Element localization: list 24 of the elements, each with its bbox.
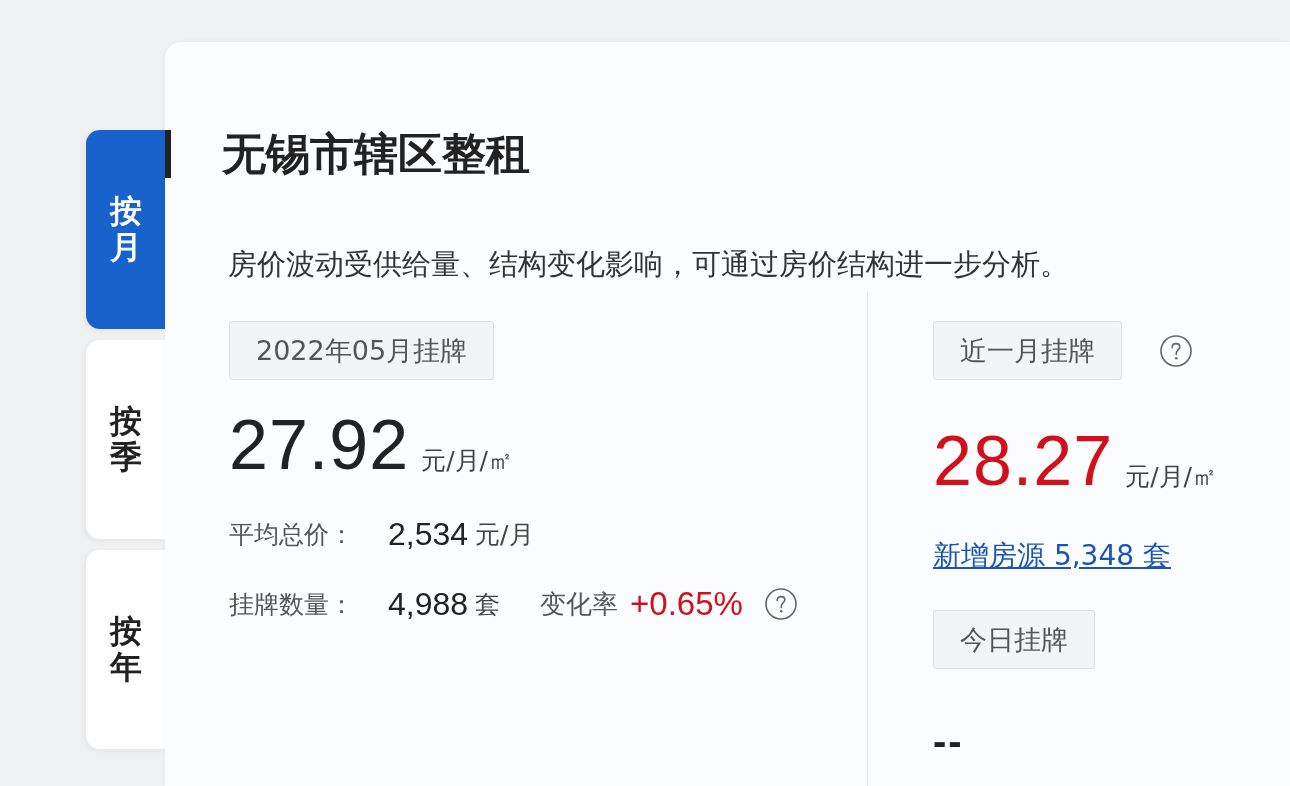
period-tag: 近一月挂牌 bbox=[933, 321, 1122, 380]
stat-value: 2,534 bbox=[388, 515, 469, 553]
stat-value: 4,988 bbox=[388, 585, 469, 623]
period-tab[interactable]: 按季 bbox=[86, 340, 165, 539]
price-value: 27.92 bbox=[229, 410, 410, 480]
price-unit: 元/月/㎡ bbox=[1125, 461, 1218, 493]
help-icon[interactable] bbox=[1160, 334, 1192, 367]
period-tag: 今日挂牌 bbox=[933, 610, 1095, 669]
change-value: +0.65% bbox=[630, 585, 743, 623]
period-tab[interactable]: 按年 bbox=[86, 550, 165, 749]
period-tab[interactable]: 按月 bbox=[86, 130, 165, 329]
page-title: 无锡市辖区整租 bbox=[222, 130, 530, 178]
period-tag: 2022年05月挂牌 bbox=[229, 321, 495, 380]
today-value: -- bbox=[933, 721, 964, 761]
price-value: 28.27 bbox=[933, 426, 1114, 496]
stat-unit: 元/月 bbox=[475, 518, 534, 551]
help-icon[interactable] bbox=[764, 588, 797, 620]
description-text: 房价波动受供给量、结构变化影响，可通过房价结构进一步分析。 bbox=[228, 246, 1070, 283]
change-label: 变化率 bbox=[540, 587, 619, 621]
price-unit: 元/月/㎡ bbox=[421, 445, 514, 477]
stat-label: 平均总价： bbox=[229, 518, 355, 551]
stat-label: 挂牌数量： bbox=[229, 588, 355, 621]
stat-unit: 套 bbox=[475, 588, 501, 621]
new-listings-link[interactable]: 新增房源 5,348 套 bbox=[933, 536, 1171, 576]
